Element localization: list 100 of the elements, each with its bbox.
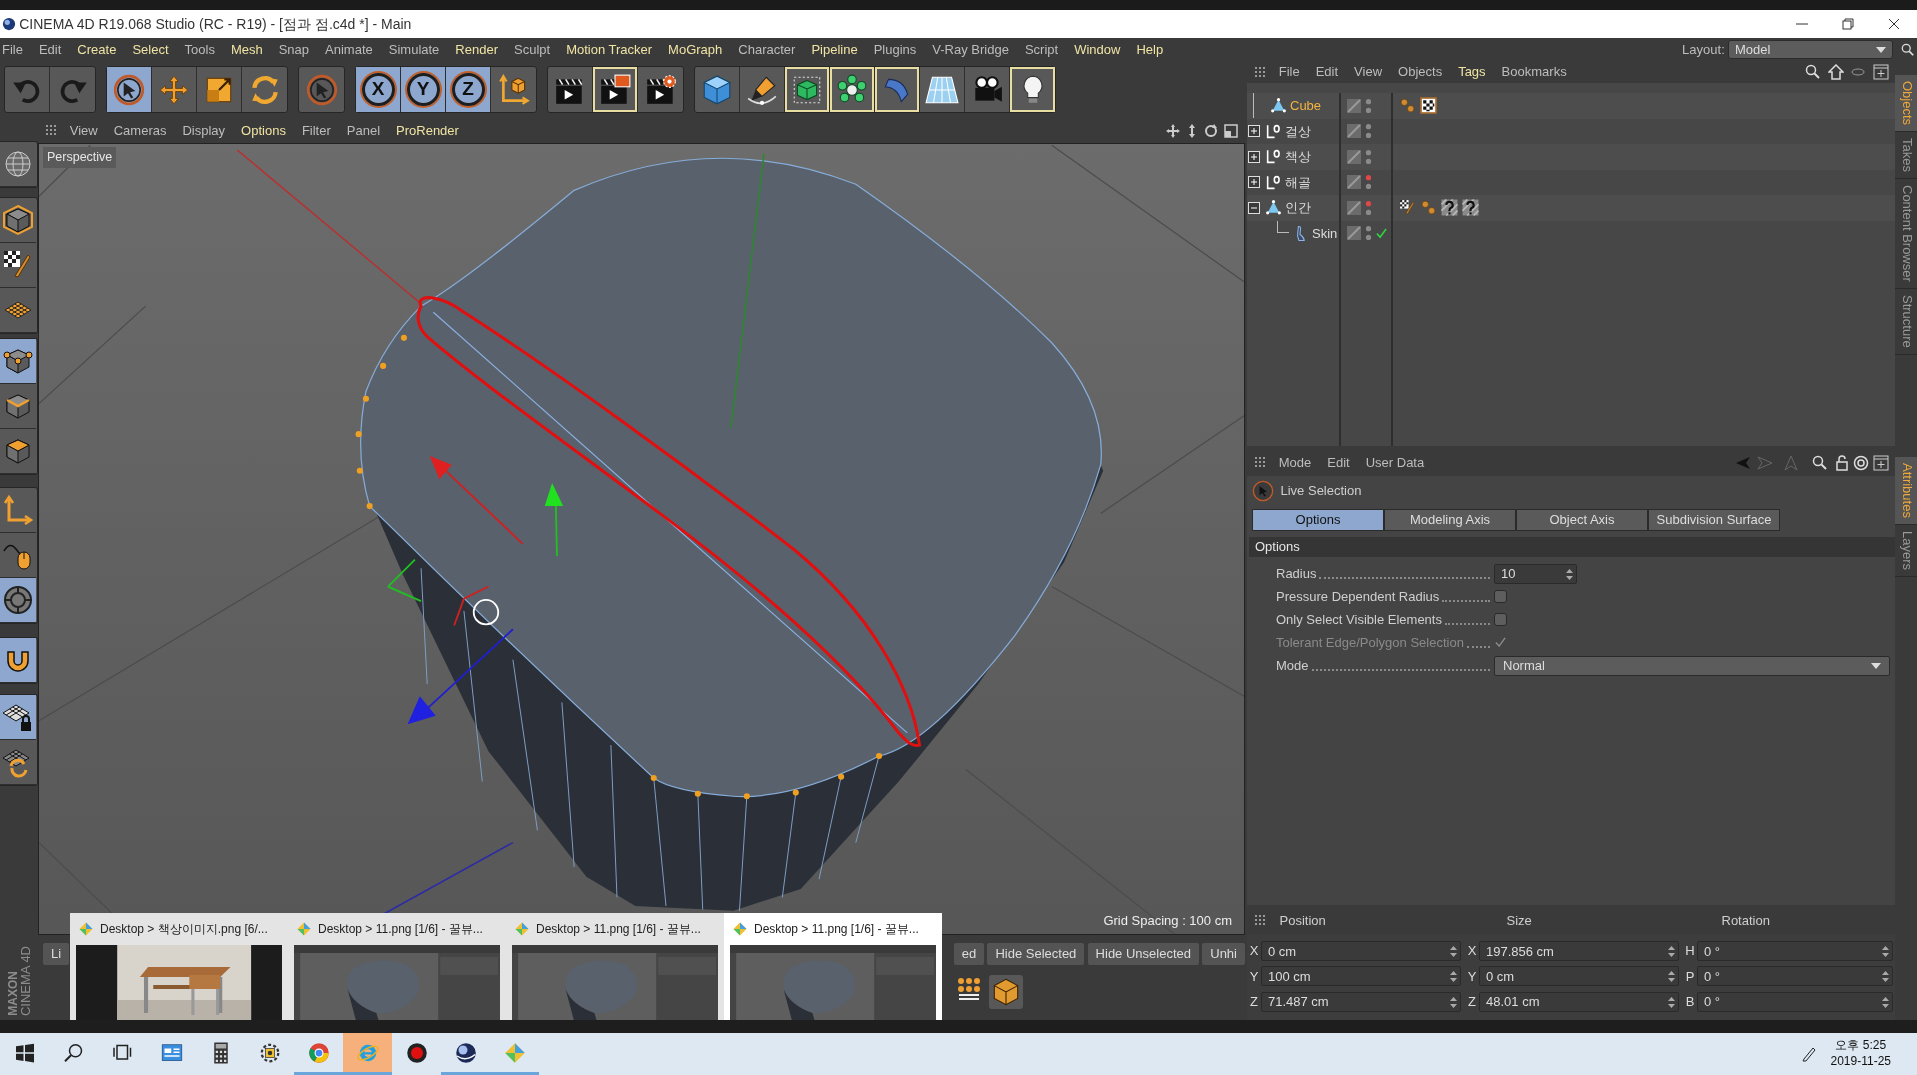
expand-toggle-icon[interactable]	[1248, 125, 1260, 138]
toolbar-button[interactable]: Hide Unselected	[1087, 943, 1199, 965]
menu-item[interactable]: File	[0, 39, 31, 60]
menu-item[interactable]: Pipeline	[803, 39, 866, 60]
menu-item[interactable]: Display	[174, 120, 234, 141]
tool-button[interactable]	[593, 67, 638, 112]
search-icon[interactable]	[1811, 454, 1828, 471]
menu-item[interactable]: Tools	[176, 39, 223, 60]
toolbar-button[interactable]: ed	[953, 943, 985, 965]
menu-item[interactable]: Tags	[1450, 62, 1494, 82]
spinner-icon[interactable]	[1882, 971, 1889, 983]
pen-icon[interactable]	[1800, 1046, 1817, 1062]
visibility-dots-icon[interactable]	[1365, 198, 1372, 217]
spinner-icon[interactable]	[1882, 946, 1889, 957]
clock-date[interactable]: 2019-11-25	[1830, 1054, 1891, 1070]
home-icon[interactable]	[1827, 64, 1844, 80]
visibility-dots-icon[interactable]	[1365, 122, 1372, 141]
menu-item[interactable]: Select	[124, 39, 177, 60]
layer-swatch-icon[interactable]	[1347, 175, 1361, 190]
object-name[interactable]: 책상	[1285, 147, 1311, 167]
tool-button[interactable]	[107, 67, 152, 112]
number-field[interactable]: 0 cm	[1479, 966, 1679, 987]
menu-item[interactable]: View	[1346, 62, 1391, 82]
visibility-dots-icon[interactable]	[1365, 147, 1372, 166]
menu-item[interactable]: Objects	[1390, 62, 1451, 82]
collapse-toggle-icon[interactable]	[1248, 201, 1260, 214]
menu-item[interactable]: Sculpt	[506, 39, 559, 60]
window-preview[interactable]: Desktop > 11.png [1/6] - 꿀뷰...	[724, 913, 942, 1020]
new-window-icon[interactable]	[1872, 64, 1889, 80]
menu-item[interactable]: Create	[69, 39, 125, 60]
menu-item[interactable]: View	[61, 120, 106, 141]
expand-toggle-icon[interactable]	[1248, 176, 1260, 189]
menu-item[interactable]: Render	[447, 39, 506, 60]
menu-item[interactable]: Filter	[293, 120, 339, 141]
menu-item[interactable]: Animate	[317, 39, 381, 60]
menu-item[interactable]: Options	[233, 120, 294, 141]
visibility-dots-icon[interactable]	[1365, 224, 1372, 243]
spinner-icon[interactable]	[1450, 996, 1457, 1008]
clock-time[interactable]: 오후 5:25	[1835, 1038, 1887, 1054]
side-tab[interactable]: Objects	[1895, 75, 1917, 133]
visibility-dots-icon[interactable]	[1365, 96, 1372, 115]
menu-item[interactable]: Snap	[270, 39, 318, 60]
menu-item[interactable]: Window	[1066, 39, 1129, 60]
menu-item[interactable]: Edit	[30, 39, 70, 60]
spinner-icon[interactable]	[1882, 996, 1889, 1008]
number-field[interactable]: 197.856 cm	[1479, 941, 1679, 961]
menu-item[interactable]: Script	[1016, 39, 1067, 60]
menu-item[interactable]: Mode	[1270, 452, 1320, 473]
spinner-icon[interactable]	[1566, 568, 1573, 580]
object-name[interactable]: 걸상	[1285, 121, 1311, 141]
target-icon[interactable]	[1853, 454, 1870, 471]
object-name[interactable]: Cube	[1290, 96, 1322, 116]
menu-item[interactable]: User Data	[1357, 452, 1433, 473]
menu-item[interactable]: V-Ray Bridge	[924, 39, 1017, 60]
menu-item[interactable]: Panel	[338, 120, 389, 141]
grip-icon[interactable]	[1253, 65, 1268, 80]
menu-item[interactable]: MoGraph	[660, 39, 731, 60]
layer-swatch-icon[interactable]	[1347, 124, 1361, 139]
side-tab[interactable]: Structure	[1895, 288, 1917, 355]
number-field[interactable]: 71.487 cm	[1261, 991, 1461, 1012]
rotate-view-icon[interactable]	[1203, 122, 1220, 139]
toolbar-button[interactable]: Hide Selected	[987, 943, 1085, 965]
menu-item[interactable]: Edit	[1307, 62, 1347, 82]
menu-item[interactable]: Mesh	[222, 39, 271, 60]
axis-toggle-button[interactable]: Z	[446, 67, 491, 112]
menu-item[interactable]: Help	[1128, 39, 1172, 60]
layer-swatch-icon[interactable]	[1347, 149, 1361, 164]
side-tab[interactable]: Attributes	[1895, 457, 1917, 525]
number-field[interactable]: 100 cm	[1261, 966, 1461, 987]
toolbar-button[interactable]: Unhi	[1202, 943, 1245, 965]
number-field[interactable]: 0 °	[1697, 941, 1893, 961]
checker-brush-icon[interactable]	[1399, 199, 1416, 217]
side-tab[interactable]: Takes	[1895, 132, 1917, 180]
side-tab[interactable]: Content Browser	[1895, 179, 1917, 289]
tab[interactable]: Options	[1252, 509, 1384, 531]
menu-item[interactable]: Plugins	[865, 39, 925, 60]
spinner-icon[interactable]	[1450, 946, 1457, 957]
menu-item[interactable]: Simulate	[380, 39, 448, 60]
menu-item[interactable]: Motion Tracker	[558, 39, 661, 60]
move-view-icon[interactable]	[1164, 122, 1181, 139]
toolbar-button[interactable]: Li	[43, 943, 70, 965]
cube-icon[interactable]	[989, 975, 1023, 1009]
question-tag-icon[interactable]	[1462, 199, 1479, 217]
spinner-icon[interactable]	[1668, 996, 1675, 1008]
checkbox[interactable]	[1494, 613, 1507, 626]
number-field[interactable]: 0 cm	[1261, 941, 1461, 961]
menu-item[interactable]: ProRender	[388, 120, 467, 141]
menu-item[interactable]: Edit	[1319, 452, 1358, 473]
menu-item[interactable]: Character	[730, 39, 804, 60]
tab[interactable]: Modeling Axis	[1384, 509, 1516, 531]
check-icon[interactable]	[1376, 227, 1387, 239]
mode-button[interactable]	[0, 339, 36, 384]
menu-item[interactable]: File	[1270, 62, 1308, 82]
menu-item[interactable]: Bookmarks	[1493, 62, 1575, 82]
axis-toggle-button[interactable]: Y	[401, 67, 446, 112]
number-field[interactable]: 0 °	[1697, 966, 1893, 987]
mode-button[interactable]	[0, 578, 36, 623]
tool-button[interactable]	[785, 67, 830, 112]
layer-swatch-icon[interactable]	[1347, 200, 1361, 215]
tool-button[interactable]	[830, 67, 875, 112]
